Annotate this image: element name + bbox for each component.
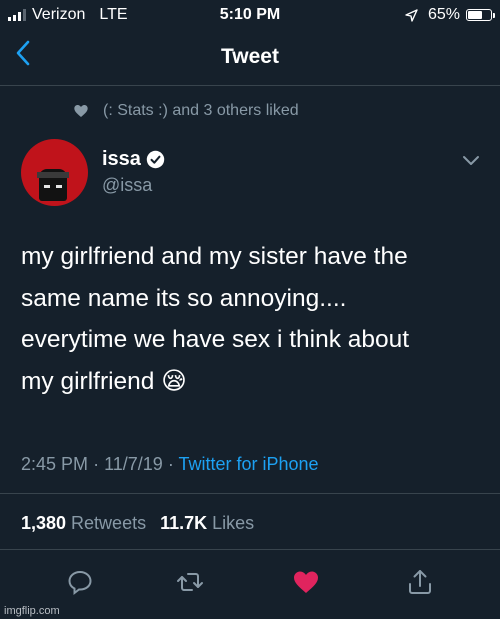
tweet-line: my girlfriend 😪 bbox=[21, 367, 187, 395]
tweet-line: my girlfriend and my sister have the bbox=[21, 243, 408, 270]
status-bar: Verizon LTE 5:10 PM 65% bbox=[0, 0, 500, 30]
verified-badge-icon bbox=[146, 150, 165, 169]
location-arrow-icon bbox=[405, 8, 418, 22]
social-context-text: (: Stats :) and 3 others liked bbox=[103, 102, 299, 119]
tweet-line: same name its so annoying.... bbox=[21, 284, 347, 312]
battery-icon bbox=[466, 9, 495, 21]
author-block[interactable]: issa @issa bbox=[102, 148, 165, 196]
divider bbox=[0, 493, 500, 494]
page-title: Tweet bbox=[221, 45, 279, 68]
tweet-date: 11/7/19 bbox=[104, 454, 163, 474]
watermark: imgflip.com bbox=[4, 605, 60, 617]
social-context[interactable]: (: Stats :) and 3 others liked bbox=[73, 102, 299, 120]
share-icon[interactable] bbox=[406, 568, 434, 596]
retweet-icon[interactable] bbox=[176, 568, 204, 596]
likes-count[interactable]: 11.7K bbox=[160, 513, 207, 534]
author-name[interactable]: issa bbox=[102, 148, 141, 171]
chevron-down-icon[interactable] bbox=[461, 153, 481, 167]
avatar[interactable] bbox=[21, 139, 88, 206]
tweet-text: my girlfriend and my sister have the sam… bbox=[21, 236, 481, 402]
tweet-source-link[interactable]: Twitter for iPhone bbox=[178, 454, 318, 474]
tweet-time: 2:45 PM bbox=[21, 454, 89, 474]
tweet-meta: 2:45 PM · 11/7/19 · Twitter for iPhone bbox=[21, 454, 319, 474]
retweets-count[interactable]: 1,380 bbox=[21, 513, 66, 534]
battery-fill bbox=[468, 11, 483, 19]
heart-icon bbox=[74, 105, 88, 117]
tweet-stats: 1,380 Retweets 11.7K Likes bbox=[21, 513, 254, 534]
action-bar bbox=[0, 568, 500, 598]
likes-label[interactable]: Likes bbox=[212, 513, 254, 534]
status-right: 65% bbox=[405, 6, 495, 24]
tweet-line: everytime we have sex i think about bbox=[21, 326, 410, 353]
reply-icon[interactable] bbox=[66, 568, 94, 596]
divider bbox=[0, 549, 500, 550]
heart-filled-icon[interactable] bbox=[292, 568, 320, 596]
battery-percent: 65% bbox=[427, 6, 460, 23]
retweets-label[interactable]: Retweets bbox=[71, 513, 146, 534]
author-handle[interactable]: @issa bbox=[102, 175, 165, 196]
author-name-row: issa bbox=[102, 148, 165, 171]
nav-bar: Tweet bbox=[0, 30, 500, 86]
